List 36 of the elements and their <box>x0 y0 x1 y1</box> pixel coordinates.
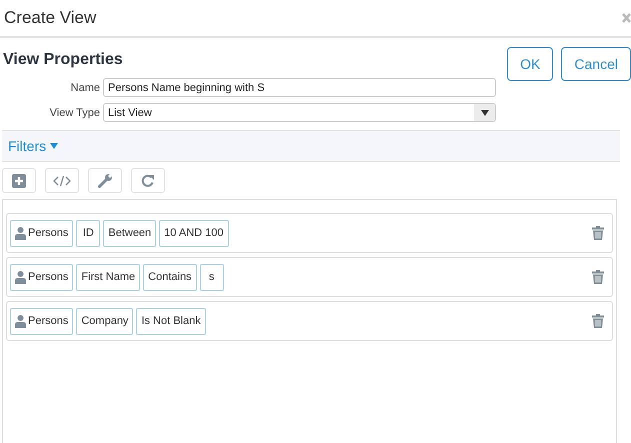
wrench-icon <box>98 173 112 188</box>
dropdown-button[interactable] <box>474 104 495 121</box>
close-icon[interactable] <box>622 13 631 23</box>
entity-chip[interactable]: Persons <box>10 220 74 246</box>
refresh-button[interactable] <box>131 168 165 193</box>
filter-chip[interactable]: ID <box>76 220 100 246</box>
ok-button[interactable]: OK <box>507 47 554 81</box>
settings-button[interactable] <box>88 168 122 193</box>
caret-icon <box>480 110 488 116</box>
cancel-button[interactable]: Cancel <box>561 47 631 81</box>
entity-chip[interactable]: Persons <box>10 264 74 290</box>
person-icon <box>15 270 26 284</box>
plus-square-icon <box>12 174 26 188</box>
refresh-icon <box>141 174 155 188</box>
field-label: View Type <box>48 106 101 118</box>
entity-chip[interactable]: Persons <box>10 308 74 334</box>
person-icon <box>15 226 26 240</box>
field-label: Name <box>70 82 101 94</box>
section-heading: View Properties <box>3 51 123 69</box>
filter-chip[interactable]: Contains <box>143 264 197 290</box>
filter-chip[interactable]: Between <box>103 220 156 246</box>
trash-icon[interactable] <box>592 226 604 240</box>
filter-chip[interactable]: 10 AND 100 <box>159 220 228 246</box>
add-button[interactable] <box>2 168 36 193</box>
code-icon <box>53 174 71 186</box>
filter-chip[interactable]: Company <box>76 308 134 334</box>
code-button[interactable] <box>45 168 79 193</box>
filter-chip[interactable]: Is Not Blank <box>136 308 206 334</box>
view-type-select[interactable]: List View <box>103 103 496 122</box>
trash-icon[interactable] <box>592 270 604 284</box>
filter-chip[interactable]: s <box>200 264 224 290</box>
filter-chip[interactable]: First Name <box>76 264 140 290</box>
trash-icon[interactable] <box>592 314 604 328</box>
window-title: Create View <box>4 8 96 28</box>
name-field[interactable]: Persons Name beginning with S <box>103 78 496 97</box>
person-icon <box>15 314 26 328</box>
